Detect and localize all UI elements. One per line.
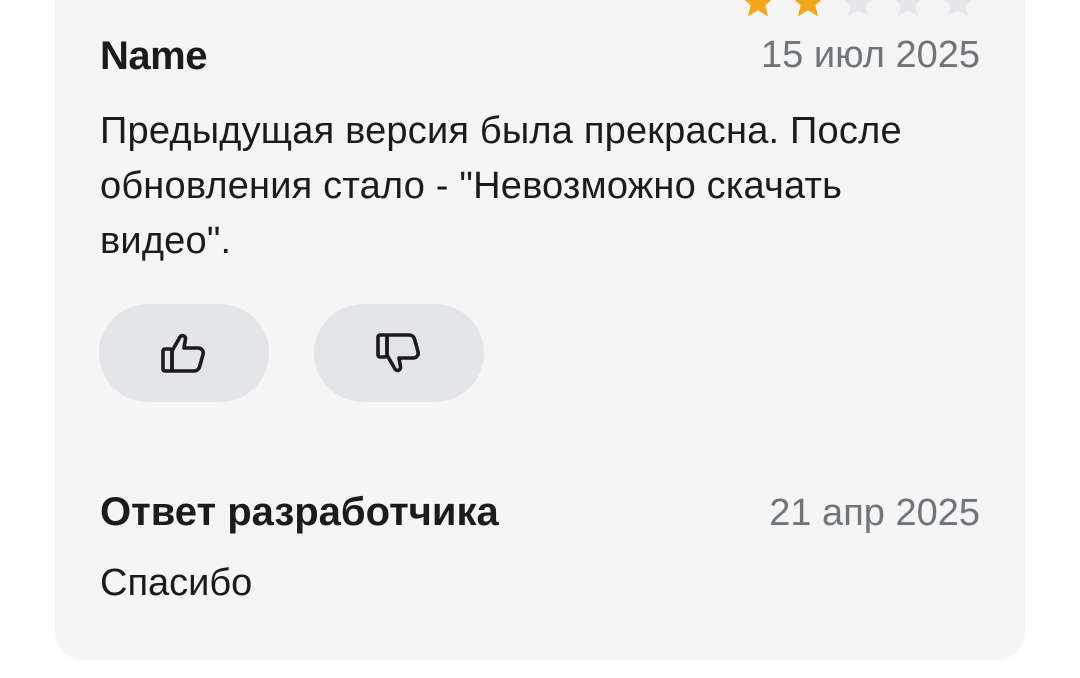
- thumbs-down-icon: [373, 327, 425, 379]
- review-text: Предыдущая версия была прекрасна. После …: [100, 110, 902, 262]
- rating-stars: [740, 0, 976, 20]
- star-empty-icon: [840, 0, 876, 20]
- developer-reply-date: 21 апр 2025: [769, 492, 980, 534]
- review-author: Name: [100, 34, 207, 78]
- developer-reply-text: Спасибо: [100, 562, 253, 604]
- like-button[interactable]: [99, 304, 269, 402]
- star-empty-icon: [890, 0, 926, 20]
- dislike-button[interactable]: [314, 304, 484, 402]
- thumbs-up-icon: [158, 327, 210, 379]
- star-filled-icon: [790, 0, 826, 20]
- developer-reply-title: Ответ разработчика: [100, 490, 499, 534]
- star-filled-icon: [740, 0, 776, 20]
- star-empty-icon: [940, 0, 976, 20]
- review-date: 15 июл 2025: [761, 34, 980, 76]
